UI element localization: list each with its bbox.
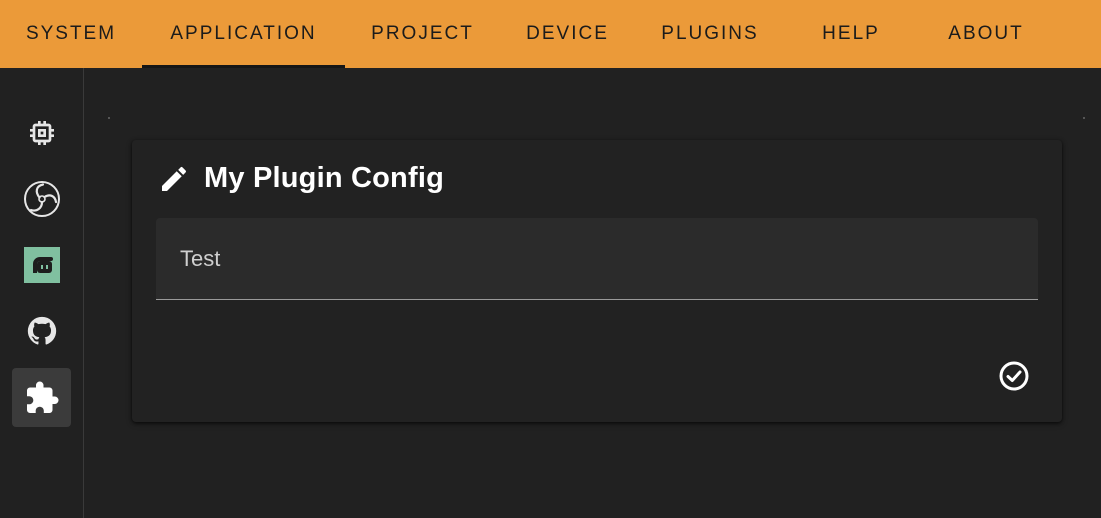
tab-about[interactable]: ABOUT bbox=[917, 0, 1055, 68]
config-input[interactable] bbox=[180, 244, 1010, 274]
tab-project[interactable]: PROJECT bbox=[345, 0, 500, 68]
sidebar-item-chip[interactable] bbox=[12, 103, 71, 162]
top-menu-bar: SYSTEM APPLICATION PROJECT DEVICE PLUGIN… bbox=[0, 0, 1101, 68]
panel-corner-left bbox=[108, 117, 110, 119]
check-circle-icon bbox=[999, 361, 1029, 391]
github-icon bbox=[27, 316, 56, 344]
plugin-config-card: My Plugin Config bbox=[132, 140, 1062, 422]
tab-help[interactable]: HELP bbox=[785, 0, 917, 68]
panel-corner-right bbox=[1083, 117, 1085, 119]
card-title: My Plugin Config bbox=[204, 162, 445, 194]
obs-icon bbox=[23, 180, 60, 217]
tab-application[interactable]: APPLICATION bbox=[142, 0, 345, 68]
sidebar-item-obs[interactable] bbox=[12, 169, 71, 228]
pencil-icon bbox=[162, 166, 187, 191]
streamlabs-icon bbox=[23, 246, 60, 283]
tab-system[interactable]: SYSTEM bbox=[0, 0, 142, 68]
sidebar-item-plugins[interactable] bbox=[12, 368, 71, 427]
save-button[interactable] bbox=[994, 356, 1034, 396]
sidebar-item-streamlabs[interactable] bbox=[12, 235, 71, 294]
config-text-field[interactable] bbox=[156, 218, 1038, 300]
puzzle-icon bbox=[26, 381, 58, 413]
tab-plugins[interactable]: PLUGINS bbox=[635, 0, 785, 68]
tab-device[interactable]: DEVICE bbox=[500, 0, 635, 68]
chip-icon bbox=[29, 120, 54, 145]
sidebar bbox=[0, 68, 84, 518]
sidebar-item-github[interactable] bbox=[12, 301, 71, 360]
